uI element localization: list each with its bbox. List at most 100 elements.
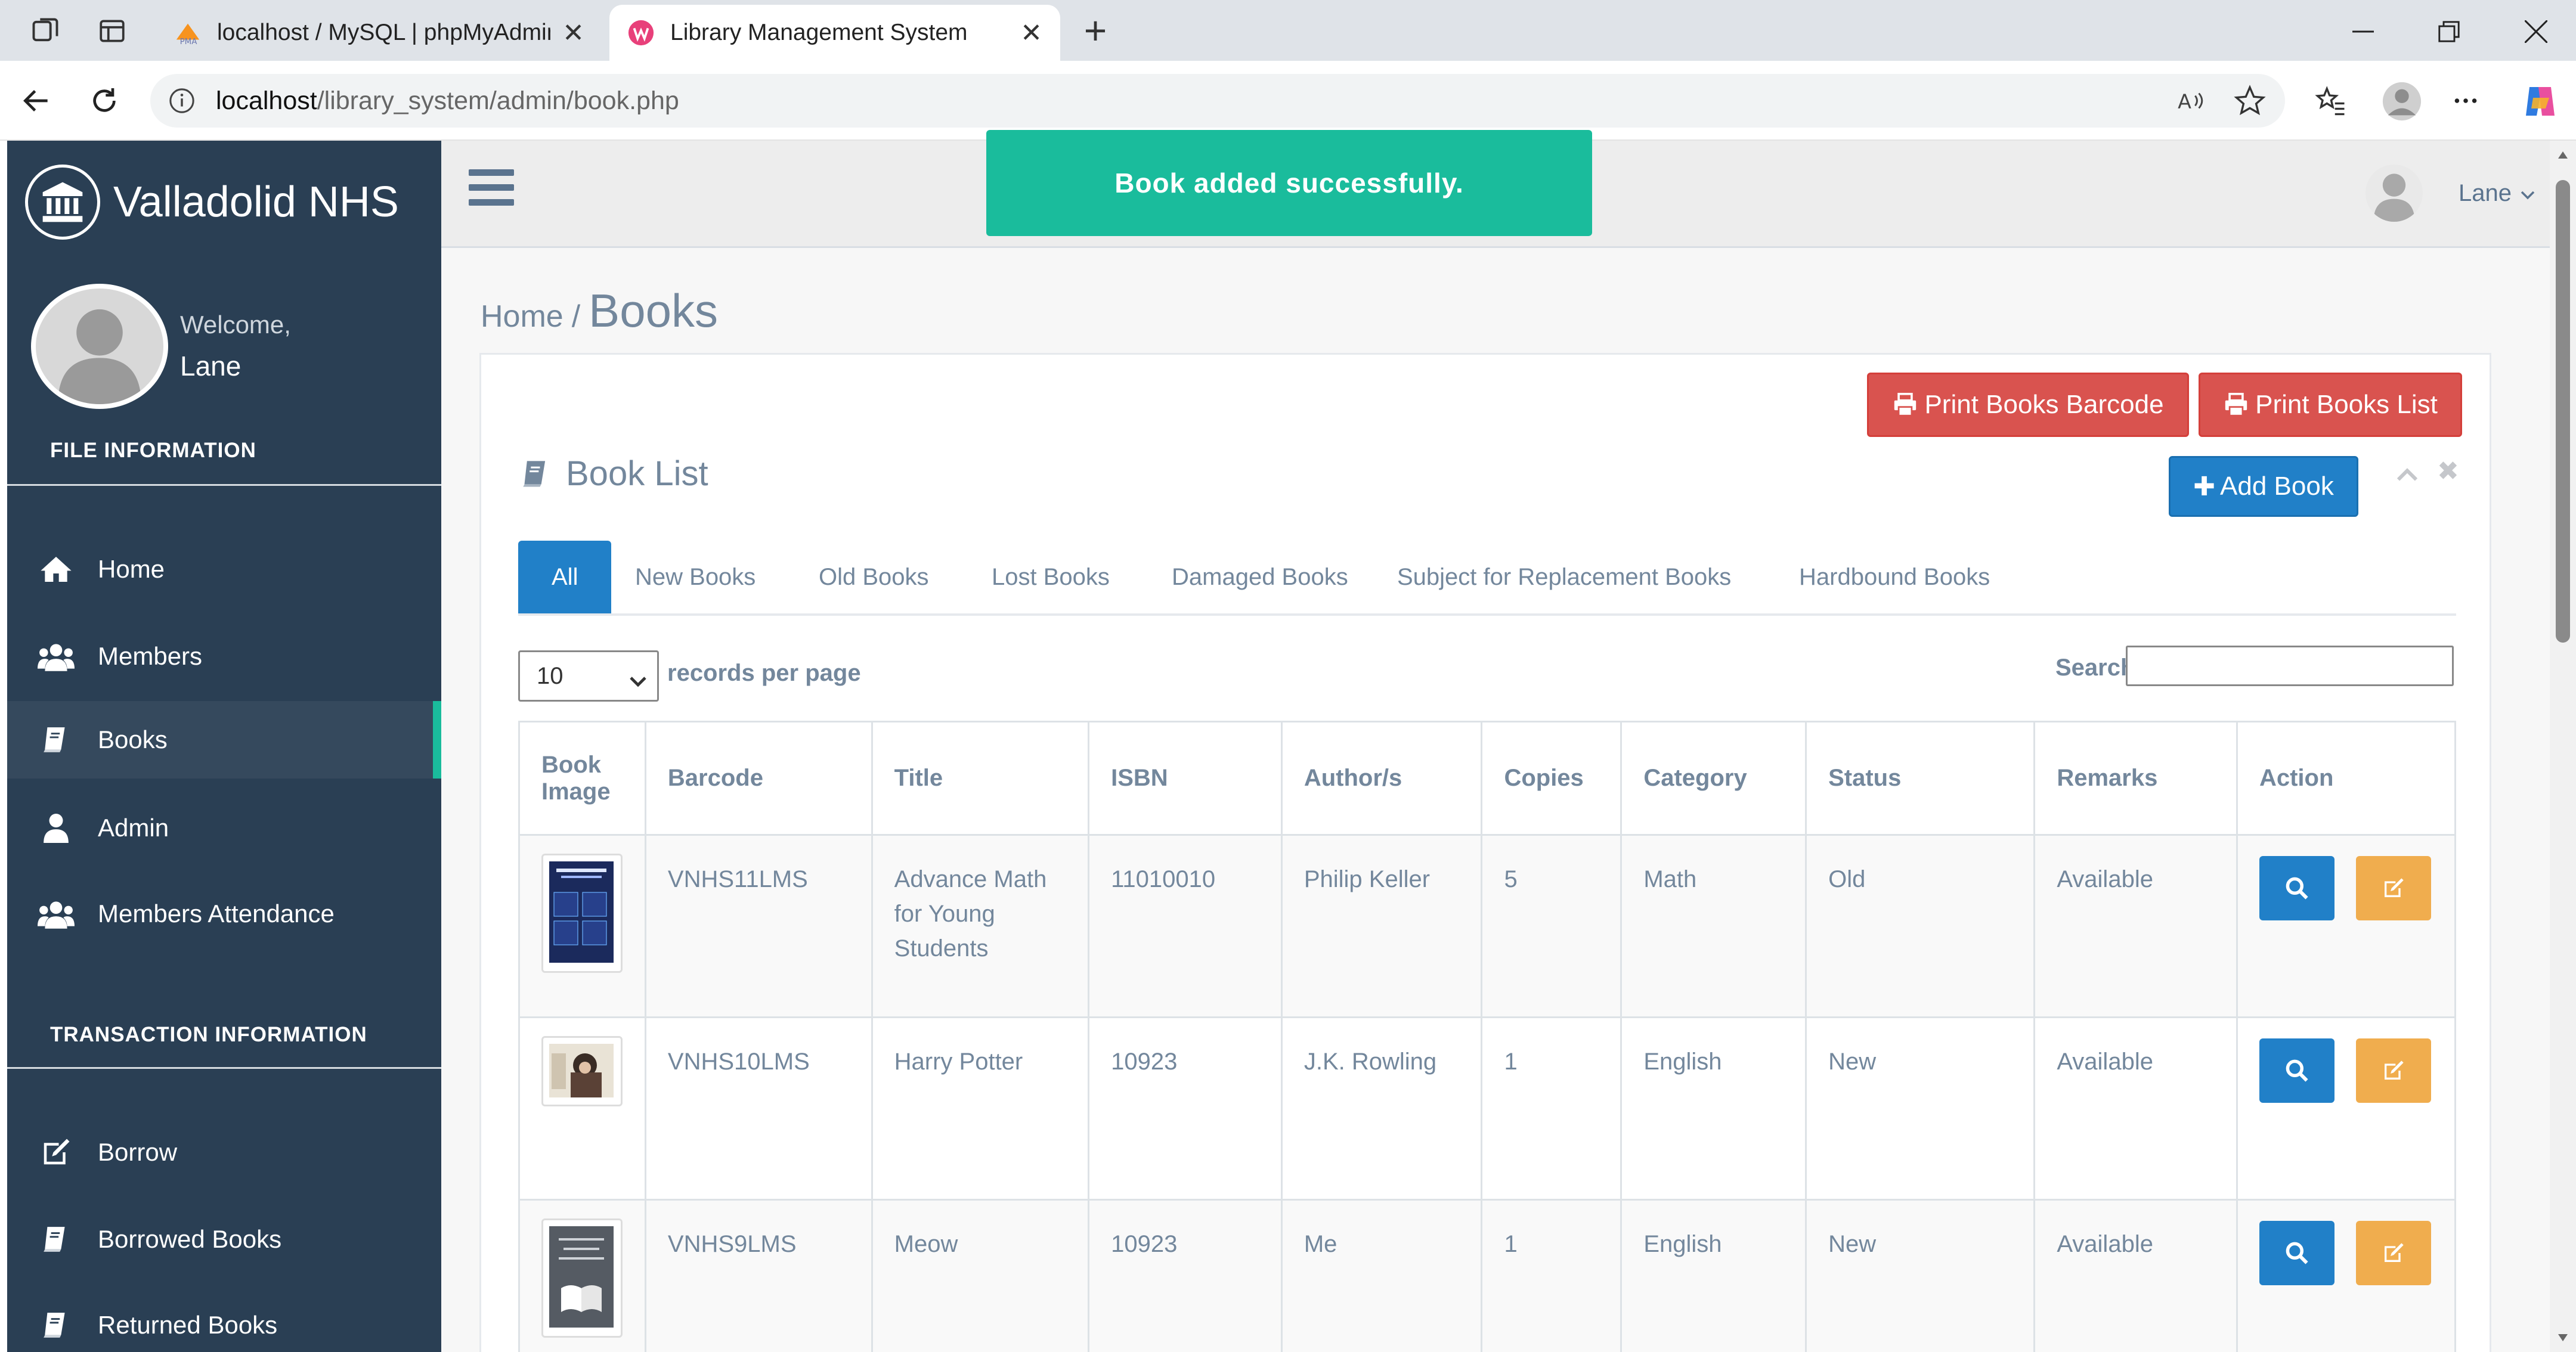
user-icon <box>37 810 75 846</box>
column-header[interactable]: ISBN <box>1088 721 1283 836</box>
new-tab-button[interactable]: + <box>1075 11 1116 52</box>
main-content: Home / Books Print Books Barcode Print B… <box>441 248 2550 1352</box>
tab-old-books[interactable]: Old Books <box>819 541 929 613</box>
workspaces-icon[interactable] <box>26 12 64 50</box>
scroll-down-icon[interactable] <box>2557 1333 2569 1342</box>
close-panel-icon[interactable]: ✖ <box>2437 456 2459 486</box>
url-path: /library_system/admin/book.php <box>317 86 679 115</box>
cell-barcode: VNHS10LMS <box>644 1016 873 1201</box>
minimize-icon[interactable] <box>2342 11 2384 52</box>
tab-subject-for-replacement-books[interactable]: Subject for Replacement Books <box>1397 541 1731 613</box>
tab-hardbound-books[interactable]: Hardbound Books <box>1799 541 1990 613</box>
column-header[interactable]: Status <box>1805 721 2036 836</box>
table-row: VNHS10LMS Harry Potter 10923 J.K. Rowlin… <box>518 1016 2457 1201</box>
user-name: Lane <box>2459 179 2512 206</box>
restore-icon[interactable] <box>2428 11 2470 52</box>
edit-icon <box>2384 1243 2404 1262</box>
no-image-placeholder-icon[interactable] <box>541 1218 623 1338</box>
sidebar-item-borrow[interactable]: Borrow <box>7 1114 441 1191</box>
read-aloud-icon[interactable]: A <box>2171 81 2210 120</box>
column-header[interactable]: Barcode <box>644 721 873 836</box>
page-scrollbar[interactable] <box>2550 141 2576 1352</box>
edit-book-button[interactable] <box>2355 856 2431 920</box>
breadcrumb-home[interactable]: Home <box>481 299 564 334</box>
favorite-star-icon[interactable] <box>2230 81 2270 120</box>
cell-remarks: Available <box>2033 1199 2238 1352</box>
sidebar-item-members[interactable]: Members <box>7 618 441 695</box>
column-header[interactable]: Book Image <box>518 721 646 836</box>
add-book-button[interactable]: ✚ Add Book <box>2169 456 2358 517</box>
cell-book-image <box>518 1199 646 1352</box>
sidebar-item-members-attendance[interactable]: Members Attendance <box>7 875 441 953</box>
menu-toggle-icon[interactable] <box>469 169 514 215</box>
sidebar-item-label: Borrow <box>98 1138 178 1166</box>
column-header[interactable]: Category <box>1620 721 1807 836</box>
cell-title: Meow <box>871 1199 1090 1352</box>
view-book-button[interactable] <box>2259 856 2334 920</box>
book-cover-image[interactable] <box>541 854 623 973</box>
welcome-text: Welcome, <box>180 311 291 339</box>
cell-author: Philip Keller <box>1280 834 1483 1018</box>
search-icon <box>2286 1059 2308 1082</box>
print-books-barcode-button[interactable]: Print Books Barcode <box>1867 373 2189 437</box>
cell-book-image <box>518 834 646 1018</box>
scroll-up-icon[interactable] <box>2557 150 2569 160</box>
sidebar-item-books[interactable]: Books <box>7 701 441 779</box>
column-header[interactable]: Remarks <box>2033 721 2238 836</box>
chevron-down-icon <box>628 668 648 694</box>
collapse-chevron-up-icon[interactable] <box>2395 461 2419 491</box>
sidebar-item-home[interactable]: Home <box>7 531 441 608</box>
copilot-icon[interactable] <box>2516 77 2564 125</box>
svg-text:PMA: PMA <box>180 38 198 46</box>
sidebar-item-admin[interactable]: Admin <box>7 789 441 867</box>
edit-icon <box>37 1134 75 1170</box>
tab-damaged-books[interactable]: Damaged Books <box>1172 541 1348 613</box>
profile-avatar-icon[interactable] <box>2378 77 2426 125</box>
url-input[interactable]: localhost/library_system/admin/book.php <box>150 74 2285 128</box>
sidebar-item-borrowed-books[interactable]: Borrowed Books <box>7 1201 441 1278</box>
book-cover-image[interactable] <box>541 1036 623 1106</box>
tab-all[interactable]: All <box>518 541 612 613</box>
close-tab-icon[interactable]: ✕ <box>562 18 584 48</box>
print-icon <box>1894 393 1916 417</box>
search-input[interactable] <box>2126 646 2454 686</box>
cell-remarks: Available <box>2033 1016 2238 1201</box>
more-options-icon[interactable] <box>2446 81 2485 120</box>
sidebar-item-label: Members <box>98 642 203 670</box>
sidebar-item-returned-books[interactable]: Returned Books <box>7 1286 441 1352</box>
column-header[interactable]: Copies <box>1481 721 1623 836</box>
users-icon <box>37 896 75 932</box>
address-bar-row: localhost/library_system/admin/book.php … <box>0 61 2576 141</box>
book-icon <box>523 460 546 487</box>
records-per-page-select[interactable]: 10 <box>518 650 659 702</box>
edit-icon <box>2384 1060 2404 1080</box>
cell-action <box>2236 1016 2457 1201</box>
section-file-information: FILE INFORMATION <box>50 439 256 462</box>
tab-lost-books[interactable]: Lost Books <box>992 541 1110 613</box>
tab-library-system[interactable]: Library Management System ✕ <box>609 5 1060 61</box>
vertical-tabs-icon[interactable] <box>93 12 131 50</box>
scrollbar-thumb[interactable] <box>2556 180 2570 643</box>
view-book-button[interactable] <box>2259 1038 2334 1103</box>
close-tab-icon[interactable]: ✕ <box>1020 18 1042 48</box>
refresh-icon[interactable] <box>83 80 125 122</box>
column-header[interactable]: Title <box>871 721 1090 836</box>
user-menu[interactable]: Lane <box>2366 165 2535 222</box>
view-book-button[interactable] <box>2259 1221 2334 1285</box>
users-icon <box>37 638 75 674</box>
tab-new-books[interactable]: New Books <box>635 541 756 613</box>
edit-book-button[interactable] <box>2355 1038 2431 1103</box>
column-header[interactable]: Action <box>2236 721 2457 836</box>
favorites-icon[interactable] <box>2311 81 2351 120</box>
tab-phpmyadmin[interactable]: PMA localhost / MySQL | phpMyAdmin ✕ <box>156 5 602 61</box>
column-header[interactable]: Author/s <box>1280 721 1483 836</box>
print-icon <box>2225 393 2247 417</box>
site-info-icon[interactable] <box>168 87 196 114</box>
edit-icon <box>2384 878 2404 897</box>
edit-book-button[interactable] <box>2355 1221 2431 1285</box>
close-window-icon[interactable] <box>2515 11 2557 52</box>
back-icon[interactable] <box>16 80 57 122</box>
brand[interactable]: Valladolid NHS <box>25 165 399 240</box>
table-row: VNHS11LMS Advance Math for Young Student… <box>518 834 2457 1018</box>
print-books-list-button[interactable]: Print Books List <box>2199 373 2462 437</box>
